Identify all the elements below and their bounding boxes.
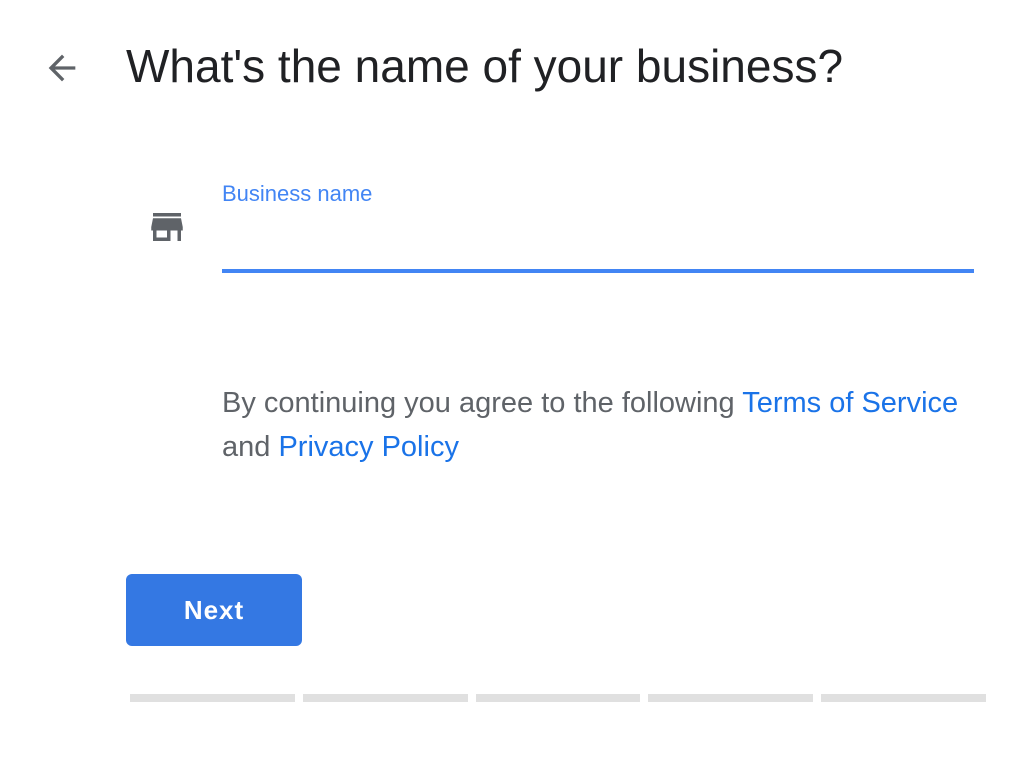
- arrow-back-icon: [48, 54, 76, 82]
- terms-prefix: By continuing you agree to the following: [222, 387, 743, 419]
- privacy-policy-link[interactable]: Privacy Policy: [278, 431, 459, 463]
- progress-segment: [821, 694, 986, 702]
- page-title: What's the name of your business?: [126, 40, 844, 92]
- progress-segment: [302, 694, 468, 702]
- back-button[interactable]: [30, 36, 94, 100]
- business-name-input[interactable]: [222, 216, 974, 266]
- progress-bar: [130, 694, 986, 702]
- next-button[interactable]: Next: [126, 574, 302, 646]
- business-name-label: Business name: [222, 181, 373, 206]
- business-name-field[interactable]: Business name: [222, 176, 974, 274]
- progress-segment: [475, 694, 641, 702]
- progress-segment: [130, 694, 295, 702]
- progress-segment: [648, 694, 814, 702]
- terms-of-service-link[interactable]: Terms of Service: [742, 387, 958, 419]
- terms-conjunction: and: [222, 431, 279, 463]
- terms-notice: By continuing you agree to the following…: [222, 381, 962, 469]
- business-name-underline: [222, 269, 974, 273]
- storefront-icon: [151, 213, 183, 241]
